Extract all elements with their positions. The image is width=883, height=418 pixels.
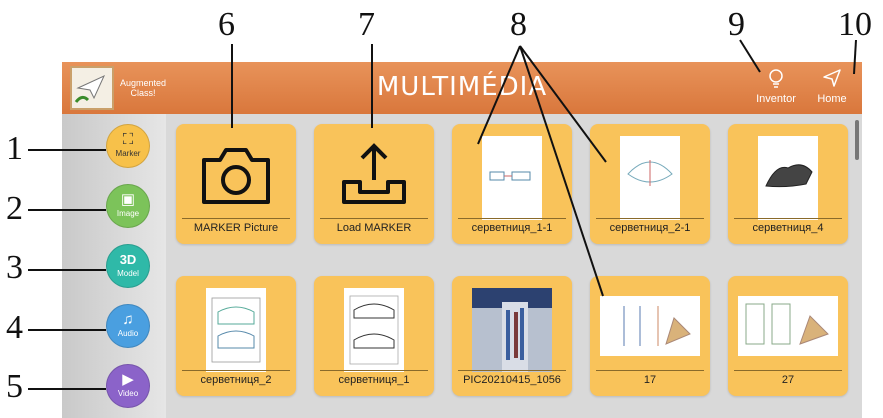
tile-caption: PIC20210415_1056 (458, 370, 566, 390)
3d-model-thumbnail-icon (765, 164, 813, 188)
camera-icon (202, 148, 270, 204)
media-tile[interactable]: серветниця_1-1 (452, 124, 572, 244)
thumbnail (600, 296, 700, 356)
top-bar: Augmented Class! MULTIMÉDIA Inventor Hom… (62, 62, 862, 114)
sidebar-item-label: Model (117, 269, 139, 278)
sidebar: ⛶ Marker ▣ Image 3D Model ♫ Audio ▶ Vide… (62, 114, 166, 418)
3d-icon: 3D (119, 252, 137, 267)
upload-icon (342, 143, 406, 204)
lightbulb-icon (769, 69, 783, 88)
sidebar-item-image[interactable]: ▣ Image (106, 184, 150, 228)
film-icon: ▶ (122, 371, 134, 388)
thumbnail (344, 288, 404, 372)
media-tile[interactable]: серветниця_2 (176, 276, 296, 396)
load-marker-tile[interactable]: Load MARKER (314, 124, 434, 244)
media-tile[interactable]: 17 (590, 276, 710, 396)
sidebar-item-label: Video (117, 389, 139, 398)
callout-1: 1 (6, 130, 23, 167)
media-tile[interactable]: серветниця_4 (728, 124, 848, 244)
tile-caption: 27 (734, 370, 842, 390)
scan-frame-icon: ⛶ (122, 131, 134, 148)
callout-2: 2 (6, 190, 23, 227)
tile-caption: серветниця_2-1 (596, 218, 704, 238)
sidebar-item-model[interactable]: 3D Model (106, 244, 150, 288)
app-window: Augmented Class! MULTIMÉDIA Inventor Hom… (62, 62, 862, 418)
inventor-button[interactable]: Inventor (748, 68, 804, 112)
tile-caption: 17 (596, 370, 704, 390)
callout-5: 5 (6, 368, 23, 405)
page-title: MULTIMÉDIA (376, 72, 548, 102)
callout-3: 3 (6, 249, 23, 286)
media-tile[interactable]: PIC20210415_1056 (452, 276, 572, 396)
home-label: Home (817, 93, 847, 105)
callout-7: 7 (358, 6, 375, 43)
vertical-scrollbar[interactable] (855, 120, 859, 160)
tile-caption: серветниця_4 (734, 218, 842, 238)
tile-caption: серветниця_2 (182, 370, 290, 390)
thumbnail (206, 288, 266, 372)
media-grid: MARKER Picture Load MARKER серветниця_1-… (166, 114, 852, 418)
image-icon: ▣ (120, 191, 136, 208)
media-tile[interactable]: 27 (728, 276, 848, 396)
callout-6: 6 (218, 6, 235, 43)
drawing-thumbnail-icon (489, 171, 531, 181)
tile-caption: MARKER Picture (182, 218, 290, 238)
thumbnail (758, 136, 818, 220)
sidebar-item-label: Marker (115, 149, 141, 158)
drawing-thumbnail-icon (211, 297, 261, 363)
sidebar-item-audio[interactable]: ♫ Audio (106, 304, 150, 348)
tile-caption: серветниця_1 (320, 370, 428, 390)
thumbnail (620, 136, 680, 220)
drawing-thumbnail-icon (627, 160, 673, 186)
marker-picture-tile[interactable]: MARKER Picture (176, 124, 296, 244)
sidebar-item-video[interactable]: ▶ Video (106, 364, 150, 408)
home-button[interactable]: Home (804, 68, 860, 112)
drawing-thumbnail-icon (745, 303, 829, 345)
photo-thumbnail-icon (472, 302, 552, 372)
thumbnail (482, 136, 542, 220)
sidebar-item-marker[interactable]: ⛶ Marker (106, 124, 150, 168)
callout-8: 8 (510, 6, 527, 43)
tile-caption: серветниця_1-1 (458, 218, 566, 238)
drawing-thumbnail-icon (623, 306, 691, 346)
media-tile[interactable]: серветниця_2-1 (590, 124, 710, 244)
thumbnail (738, 296, 838, 356)
inventor-label: Inventor (756, 93, 796, 105)
callout-9: 9 (728, 6, 745, 43)
callout-10: 10 (838, 6, 872, 43)
send-icon (823, 69, 841, 87)
callout-4: 4 (6, 309, 23, 346)
tile-caption: Load MARKER (320, 218, 428, 238)
sidebar-item-label: Audio (117, 329, 139, 338)
media-tile[interactable]: серветниця_1 (314, 276, 434, 396)
thumbnail (472, 288, 552, 372)
music-note-icon: ♫ (122, 311, 134, 328)
drawing-thumbnail-icon (349, 295, 399, 365)
sidebar-item-label: Image (116, 209, 140, 218)
